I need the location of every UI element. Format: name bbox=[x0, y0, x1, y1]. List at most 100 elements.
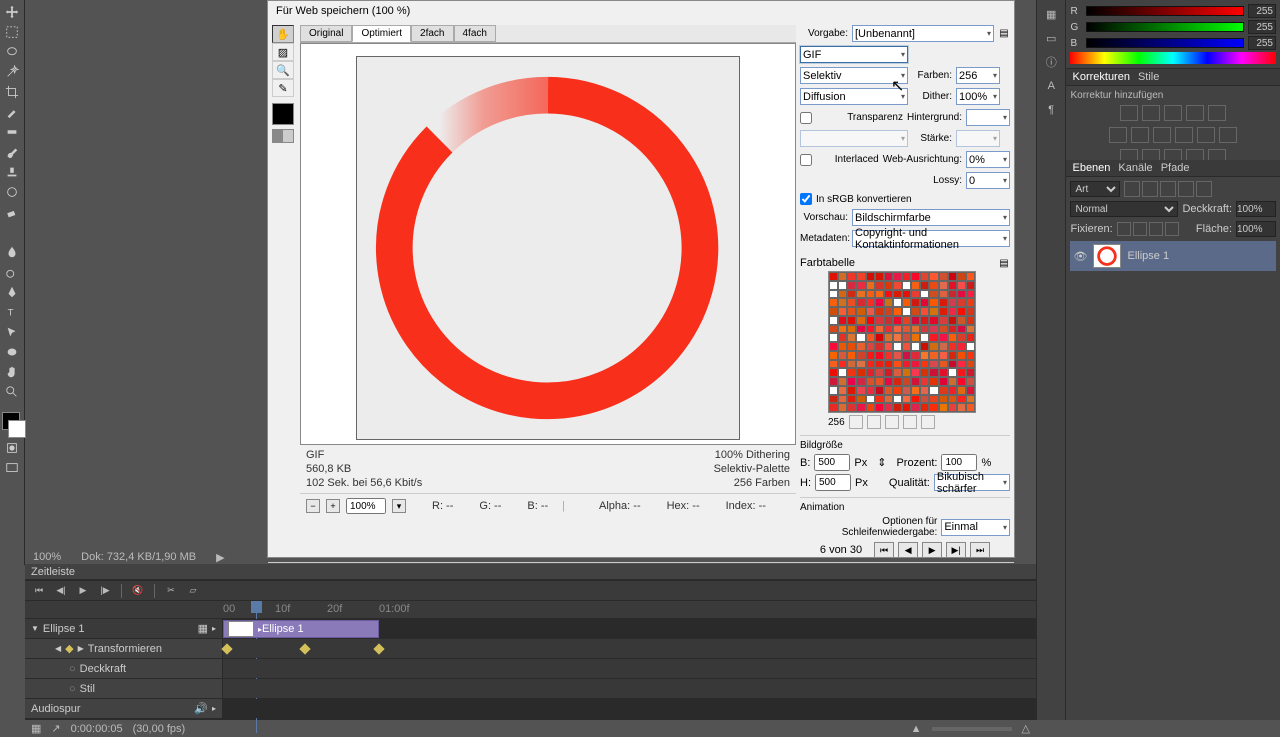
preview-canvas[interactable] bbox=[356, 56, 740, 440]
tl-prev-button[interactable]: ◀| bbox=[51, 583, 71, 599]
interlaced-checkbox[interactable] bbox=[800, 154, 812, 166]
zoom-out-button[interactable]: − bbox=[306, 499, 320, 513]
kf-toggle-icon[interactable]: ◆ bbox=[65, 642, 73, 655]
ct-btn-2[interactable] bbox=[867, 415, 881, 429]
kf-next-icon[interactable]: ▶ bbox=[78, 644, 84, 653]
g-slider[interactable] bbox=[1086, 22, 1244, 32]
tl-zoom-out-icon[interactable]: ▲ bbox=[911, 723, 922, 735]
lock-all-icon[interactable] bbox=[1165, 222, 1179, 236]
websnap-dropdown[interactable]: 0% bbox=[966, 151, 1010, 168]
tl-next-button[interactable]: |▶ bbox=[95, 583, 115, 599]
dialog-eyedropper-tool[interactable]: ✎ bbox=[272, 79, 294, 97]
adj-balance-icon[interactable] bbox=[1131, 127, 1149, 143]
tab-optimized[interactable]: Optimiert bbox=[352, 25, 411, 42]
tl-zoom-slider[interactable] bbox=[932, 727, 1012, 731]
filter-adj-icon[interactable] bbox=[1142, 181, 1158, 197]
r-value-input[interactable] bbox=[1248, 4, 1276, 18]
reduction-dropdown[interactable]: Selektiv bbox=[800, 67, 908, 84]
marquee-tool[interactable] bbox=[1, 22, 23, 42]
adj-mixer-icon[interactable] bbox=[1197, 127, 1215, 143]
brush-tool[interactable] bbox=[1, 142, 23, 162]
dialog-slice-tool[interactable]: ▨ bbox=[272, 43, 294, 61]
history-panel-icon[interactable]: ▦ bbox=[1039, 4, 1063, 24]
anim-prev-button[interactable]: ◀ bbox=[898, 542, 918, 558]
eyedropper-tool[interactable] bbox=[1, 102, 23, 122]
tab-ebenen[interactable]: Ebenen bbox=[1072, 162, 1110, 174]
keyframe[interactable] bbox=[373, 643, 384, 654]
layer-item[interactable]: 👁 Ellipse 1 bbox=[1070, 241, 1276, 271]
width-input[interactable] bbox=[814, 454, 850, 471]
lasso-tool[interactable] bbox=[1, 42, 23, 62]
bg-dropdown[interactable] bbox=[966, 109, 1010, 126]
filter-pixel-icon[interactable] bbox=[1124, 181, 1140, 197]
anim-last-button[interactable]: ⏭ bbox=[970, 542, 990, 558]
heal-tool[interactable] bbox=[1, 122, 23, 142]
track-expand-icon[interactable]: ▼ bbox=[31, 624, 39, 633]
tab-stile[interactable]: Stile bbox=[1138, 71, 1159, 83]
adj-exposure-icon[interactable] bbox=[1186, 105, 1204, 121]
dialog-hand-tool[interactable]: ✋ bbox=[272, 25, 294, 43]
move-tool[interactable] bbox=[1, 2, 23, 22]
char-panel-icon[interactable]: A bbox=[1039, 76, 1063, 96]
blur-tool[interactable] bbox=[1, 242, 23, 262]
zoom-dropdown[interactable]: ▾ bbox=[392, 499, 406, 513]
dither-method-dropdown[interactable]: Diffusion bbox=[800, 88, 908, 105]
adj-hue-icon[interactable] bbox=[1109, 127, 1127, 143]
adj-levels-icon[interactable] bbox=[1142, 105, 1160, 121]
para-panel-icon[interactable]: ¶ bbox=[1039, 100, 1063, 120]
background-color-swatch[interactable] bbox=[8, 420, 26, 438]
format-dropdown[interactable]: GIF bbox=[800, 46, 908, 63]
pen-tool[interactable] bbox=[1, 282, 23, 302]
tab-pfade[interactable]: Pfade bbox=[1161, 162, 1190, 174]
preset-dropdown[interactable]: [Unbenannt] bbox=[852, 25, 994, 42]
metadata-dropdown[interactable]: Copyright- und Kontaktinformationen bbox=[852, 230, 1010, 247]
b-value-input[interactable] bbox=[1248, 36, 1276, 50]
transparency-checkbox[interactable] bbox=[800, 112, 812, 124]
status-arrow-icon[interactable]: ▶ bbox=[216, 551, 224, 564]
lossy-dropdown[interactable]: 0 bbox=[966, 172, 1010, 189]
adj-bw-icon[interactable] bbox=[1153, 127, 1171, 143]
lock-pixel-icon[interactable] bbox=[1133, 222, 1147, 236]
filter-shape-icon[interactable] bbox=[1178, 181, 1194, 197]
kf-prev-icon[interactable]: ◀ bbox=[55, 644, 61, 653]
quickmask-tool[interactable] bbox=[1, 438, 23, 458]
anim-first-button[interactable]: ⏮ bbox=[874, 542, 894, 558]
path-select-tool[interactable] bbox=[1, 322, 23, 342]
r-slider[interactable] bbox=[1086, 6, 1244, 16]
dither-dropdown[interactable]: 100% bbox=[956, 88, 1000, 105]
screenmode-tool[interactable] bbox=[1, 458, 23, 478]
tl-mute-button[interactable]: 🔇 bbox=[128, 583, 148, 599]
tl-zoom-in-icon[interactable]: △ bbox=[1022, 722, 1030, 735]
timeline-clip[interactable]: ▸ Ellipse 1 bbox=[223, 620, 379, 638]
ct-btn-5[interactable] bbox=[921, 415, 935, 429]
wand-tool[interactable] bbox=[1, 62, 23, 82]
dialog-eyedropper-color[interactable] bbox=[272, 103, 294, 125]
lock-pos-icon[interactable] bbox=[1149, 222, 1163, 236]
dodge-tool[interactable] bbox=[1, 262, 23, 282]
tab-kanale[interactable]: Kanäle bbox=[1118, 162, 1152, 174]
type-tool[interactable]: T bbox=[1, 302, 23, 322]
tl-mode-icon[interactable]: ▦ bbox=[31, 722, 41, 735]
tl-play-button[interactable]: ▶ bbox=[73, 583, 93, 599]
info-panel-icon[interactable]: ⓘ bbox=[1039, 52, 1063, 72]
color-table-flyout-icon[interactable]: ▤ bbox=[998, 257, 1010, 269]
keyframe[interactable] bbox=[221, 643, 232, 654]
lock-trans-icon[interactable] bbox=[1117, 222, 1131, 236]
zoom-in-button[interactable]: + bbox=[326, 499, 340, 513]
filter-kind-dropdown[interactable]: Art bbox=[1070, 181, 1120, 197]
tab-original[interactable]: Original bbox=[300, 25, 352, 42]
filter-smart-icon[interactable] bbox=[1196, 181, 1212, 197]
spectrum-strip[interactable] bbox=[1070, 52, 1276, 64]
loop-dropdown[interactable]: Einmal bbox=[941, 519, 1010, 536]
history-brush-tool[interactable] bbox=[1, 182, 23, 202]
layer-visibility-icon[interactable]: 👁 bbox=[1073, 250, 1087, 263]
percent-input[interactable] bbox=[941, 454, 977, 471]
tl-transition-button[interactable]: ▱ bbox=[183, 583, 203, 599]
anim-next-button[interactable]: ▶| bbox=[946, 542, 966, 558]
preview-dropdown[interactable]: Bildschirmfarbe bbox=[852, 209, 1010, 226]
crop-tool[interactable] bbox=[1, 82, 23, 102]
srgb-checkbox[interactable] bbox=[800, 193, 812, 205]
layer-fill-input[interactable] bbox=[1236, 221, 1276, 237]
adj-curves-icon[interactable] bbox=[1164, 105, 1182, 121]
adj-vibrance-icon[interactable] bbox=[1208, 105, 1226, 121]
